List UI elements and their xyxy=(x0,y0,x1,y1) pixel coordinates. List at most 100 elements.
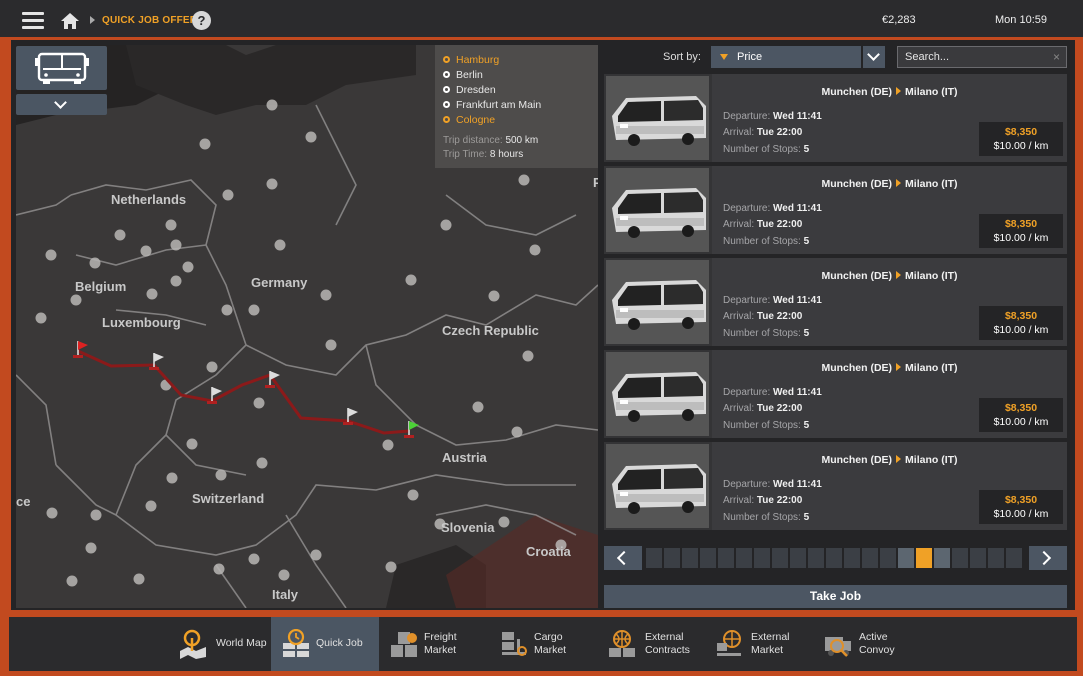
breadcrumb: QUICK JOB OFFERS xyxy=(102,15,205,26)
page-indicators xyxy=(646,548,1024,568)
coach-bus-icon xyxy=(606,76,709,160)
help-button[interactable]: ? xyxy=(192,11,211,30)
tab-cargo-market[interactable]: Cargo Market xyxy=(489,617,599,671)
departure-row: Departure: Wed 11:41 xyxy=(723,111,822,122)
vehicle-thumbnail xyxy=(606,352,709,436)
vehicle-dropdown[interactable] xyxy=(16,94,107,115)
search-input[interactable] xyxy=(898,47,1048,67)
page-indicator[interactable] xyxy=(826,548,842,568)
trip-distance: Trip distance: 500 km xyxy=(443,135,538,146)
route-destination: Milano (IT) xyxy=(905,86,958,98)
page-indicator-current[interactable] xyxy=(916,548,932,568)
job-rate: $10.00 / km xyxy=(993,324,1049,336)
job-offer-card[interactable]: Munchen (DE) Milano (IT) Departure: Wed 11… xyxy=(604,258,1067,346)
trip-time-value: 8 hours xyxy=(489,149,524,160)
route-stop: Dresden xyxy=(443,84,496,96)
page-indicator[interactable] xyxy=(862,548,878,568)
stops-row: Number of Stops: 5 xyxy=(723,144,809,155)
page-indicator[interactable] xyxy=(772,548,788,568)
page-indicator[interactable] xyxy=(664,548,680,568)
country-label: Germany xyxy=(251,275,308,290)
tab-label: Cargo Market xyxy=(534,631,567,656)
bus-icon xyxy=(35,52,89,84)
country-label: Czech Republic xyxy=(442,323,539,338)
departure-row: Departure: Wed 11:41 xyxy=(723,479,822,490)
job-price: $8,350 xyxy=(1004,310,1038,322)
page-indicator[interactable] xyxy=(898,548,914,568)
page-indicator[interactable] xyxy=(790,548,806,568)
page-indicator[interactable] xyxy=(754,548,770,568)
page-indicator[interactable] xyxy=(718,548,734,568)
page-indicator[interactable] xyxy=(700,548,716,568)
stops-label: Number of Stops: xyxy=(723,512,801,523)
tab-active-convoy[interactable]: Active Convoy xyxy=(817,617,925,671)
price-box: $8,350 $10.00 / km xyxy=(979,398,1063,432)
chevron-left-icon xyxy=(616,550,632,566)
route-origin: Munchen (DE) xyxy=(821,270,893,282)
job-rate: $10.00 / km xyxy=(993,416,1049,428)
page-indicator[interactable] xyxy=(934,548,950,568)
route-stop-label: Hamburg xyxy=(456,54,500,66)
job-route: Munchen (DE) Milano (IT) xyxy=(712,362,1067,374)
next-page-button[interactable] xyxy=(1029,546,1067,570)
country-label: Belgium xyxy=(75,279,127,294)
job-offer-card[interactable]: Munchen (DE) Milano (IT) Departure: Wed 11… xyxy=(604,350,1067,438)
job-details: Munchen (DE) Milano (IT) Departure: Wed 11… xyxy=(712,258,1067,346)
country-label: Croatia xyxy=(526,544,571,559)
sort-dropdown[interactable]: Price xyxy=(711,46,861,68)
vehicle-thumbnail xyxy=(606,260,709,344)
route-origin: Munchen (DE) xyxy=(821,362,893,374)
job-offer-card[interactable]: Munchen (DE) Milano (IT) Departure: Wed 11… xyxy=(604,442,1067,530)
stops-row: Number of Stops: 5 xyxy=(723,236,809,247)
tab-external-market[interactable]: External Market xyxy=(709,617,817,671)
page-indicator[interactable] xyxy=(808,548,824,568)
pagination xyxy=(604,546,1067,570)
route-stop-label: Berlin xyxy=(456,69,483,81)
stops-label: Number of Stops: xyxy=(723,328,801,339)
page-indicator[interactable] xyxy=(952,548,968,568)
departure-label: Departure: xyxy=(723,479,771,490)
page-indicator[interactable] xyxy=(736,548,752,568)
tab-world-map[interactable]: World Map xyxy=(164,617,272,671)
departure-value: Wed 11:41 xyxy=(773,387,822,398)
tab-external-contracts[interactable]: External Contracts xyxy=(599,617,709,671)
price-box: $8,350 $10.00 / km xyxy=(979,306,1063,340)
tab-label: External Contracts xyxy=(645,631,690,656)
home-icon[interactable] xyxy=(60,11,80,31)
arrival-row: Arrival: Tue 22:00 xyxy=(723,219,802,230)
page-indicator[interactable] xyxy=(646,548,662,568)
route-destination: Milano (IT) xyxy=(905,362,958,374)
page-indicator[interactable] xyxy=(988,548,1004,568)
arrival-row: Arrival: Tue 22:00 xyxy=(723,311,802,322)
arrival-row: Arrival: Tue 22:00 xyxy=(723,127,802,138)
vehicle-thumbnail xyxy=(606,444,709,528)
arrival-value: Tue 22:00 xyxy=(756,127,803,138)
country-label: Italy xyxy=(272,587,299,602)
job-rate: $10.00 / km xyxy=(993,508,1049,520)
job-offer-card[interactable]: Munchen (DE) Milano (IT) Departure: Wed 11… xyxy=(604,166,1067,254)
clear-search-icon[interactable]: × xyxy=(1053,50,1060,64)
sort-dropdown-toggle[interactable] xyxy=(863,46,885,68)
route-origin: Munchen (DE) xyxy=(821,178,893,190)
page-indicator[interactable] xyxy=(880,548,896,568)
route-destination: Milano (IT) xyxy=(905,178,958,190)
tab-quick-job[interactable]: Quick Job xyxy=(271,617,379,671)
route-arrow-icon xyxy=(896,363,902,371)
page-indicator[interactable] xyxy=(682,548,698,568)
vehicle-thumbnail xyxy=(606,168,709,252)
arrival-value: Tue 22:00 xyxy=(756,495,803,506)
tab-freight-market[interactable]: Freight Market xyxy=(379,617,489,671)
page-indicator[interactable] xyxy=(1006,548,1022,568)
job-offer-card[interactable]: Munchen (DE) Milano (IT) Departure: Wed 11… xyxy=(604,74,1067,162)
take-job-button[interactable]: Take Job xyxy=(604,585,1067,608)
route-destination: Milano (IT) xyxy=(905,454,958,466)
arrival-label: Arrival: xyxy=(723,311,755,322)
menu-icon[interactable] xyxy=(22,12,44,30)
search-box: × xyxy=(897,46,1067,68)
arrival-value: Tue 22:00 xyxy=(756,403,803,414)
coach-bus-icon xyxy=(606,260,709,344)
vehicle-type-button[interactable] xyxy=(16,46,107,90)
previous-page-button[interactable] xyxy=(604,546,642,570)
page-indicator[interactable] xyxy=(970,548,986,568)
page-indicator[interactable] xyxy=(844,548,860,568)
